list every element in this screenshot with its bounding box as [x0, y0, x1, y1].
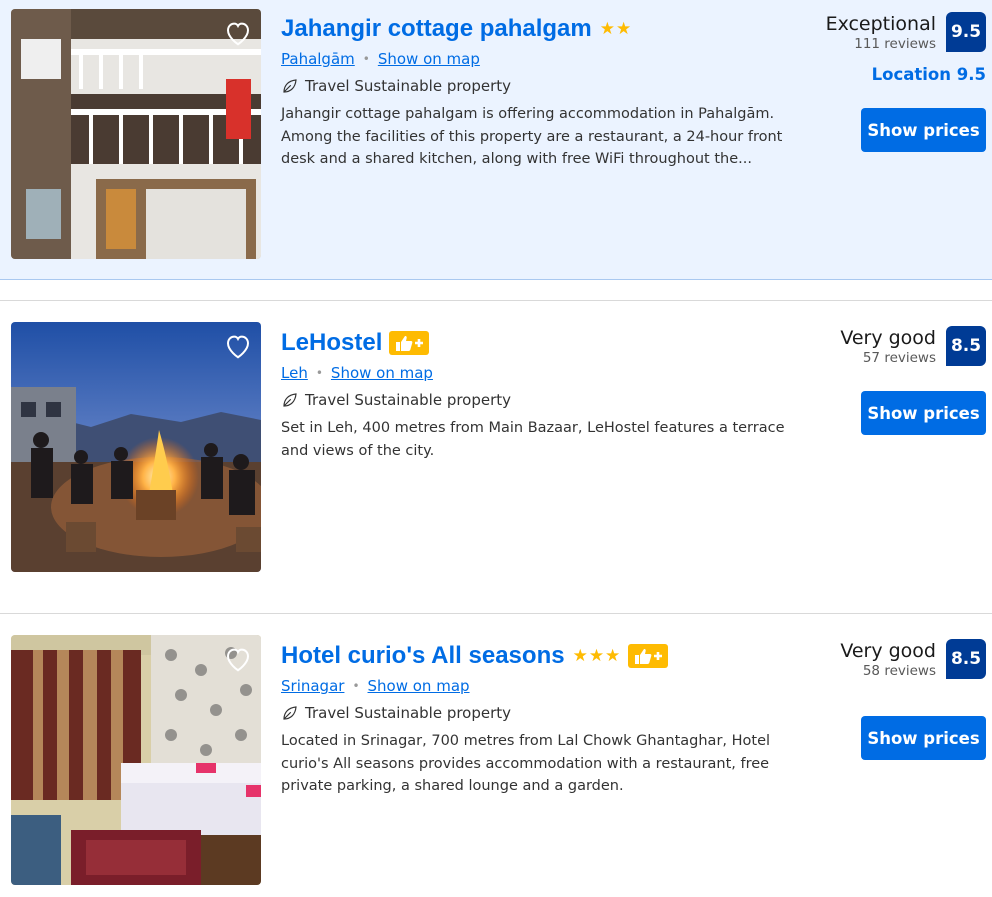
review-word: Very good — [840, 327, 936, 349]
property-card: Jahangir cottage pahalgam ★★ Pahalgām • … — [0, 0, 992, 280]
review-count: 111 reviews — [854, 36, 936, 52]
review-score-area: Very good 58 reviews 8.5 Show prices — [726, 639, 986, 760]
show-on-map-link[interactable]: Show on map — [378, 50, 480, 68]
leaf-icon — [283, 706, 297, 720]
review-word: Very good — [840, 640, 936, 662]
property-card: LeHostel Leh • Show on map Travel Sustai… — [0, 300, 992, 593]
score-badge: 8.5 — [946, 639, 986, 679]
property-description: Located in Srinagar, 700 metres from Lal… — [281, 733, 771, 794]
show-prices-button[interactable]: Show prices — [861, 716, 986, 760]
review-score[interactable]: Very good 57 reviews 8.5 — [726, 326, 986, 367]
location-score: Location 9.5 — [871, 65, 986, 84]
separator-dot: • — [352, 679, 360, 693]
property-title-link[interactable]: Jahangir cottage pahalgam — [281, 15, 592, 43]
property-title-link[interactable]: Hotel curio's All seasons — [281, 642, 565, 670]
sustainability-badge: Travel Sustainable property — [281, 391, 821, 409]
sustainability-label: Travel Sustainable property — [305, 77, 512, 95]
heart-icon[interactable] — [223, 18, 253, 48]
score-badge: 9.5 — [946, 12, 986, 52]
property-photo[interactable] — [11, 9, 261, 259]
leaf-icon — [283, 393, 297, 407]
review-score-area: Exceptional 111 reviews 9.5 Location 9.5… — [726, 12, 986, 152]
property-photo[interactable] — [11, 322, 261, 572]
review-score-area: Very good 57 reviews 8.5 Show prices — [726, 326, 986, 435]
location-link[interactable]: Srinagar — [281, 677, 344, 695]
thumbs-up-badge-icon — [628, 644, 669, 668]
score-badge: 8.5 — [946, 326, 986, 366]
thumbs-up-badge-icon — [389, 331, 430, 355]
sustainability-label: Travel Sustainable property — [305, 391, 512, 409]
show-on-map-link[interactable]: Show on map — [368, 677, 470, 695]
property-photo[interactable] — [11, 635, 261, 885]
location-link[interactable]: Pahalgām — [281, 50, 355, 68]
heart-icon[interactable] — [223, 644, 253, 674]
show-prices-button[interactable]: Show prices — [861, 108, 986, 152]
property-description: Jahangir cottage pahalgam is offering ac… — [281, 106, 783, 167]
show-on-map-link[interactable]: Show on map — [331, 364, 433, 382]
review-count: 58 reviews — [862, 663, 936, 679]
location-link[interactable]: Leh — [281, 364, 308, 382]
heart-icon[interactable] — [223, 331, 253, 361]
property-card: Hotel curio's All seasons ★★★ Srinagar •… — [0, 613, 992, 897]
search-results-list: Jahangir cottage pahalgam ★★ Pahalgām • … — [0, 0, 992, 896]
review-count: 57 reviews — [862, 350, 936, 366]
leaf-icon — [283, 79, 297, 93]
property-title-link[interactable]: LeHostel — [281, 329, 382, 357]
star-rating: ★★★ — [572, 646, 622, 666]
star-rating: ★★ — [599, 19, 633, 39]
sustainability-label: Travel Sustainable property — [305, 704, 512, 722]
sustainability-badge: Travel Sustainable property — [281, 704, 821, 722]
property-description: Set in Leh, 400 metres from Main Bazaar,… — [281, 420, 785, 459]
review-score[interactable]: Exceptional 111 reviews 9.5 — [726, 12, 986, 53]
separator-dot: • — [362, 52, 370, 66]
show-prices-button[interactable]: Show prices — [861, 391, 986, 435]
review-score[interactable]: Very good 58 reviews 8.5 — [726, 639, 986, 680]
separator-dot: • — [315, 366, 323, 380]
review-word: Exceptional — [825, 13, 936, 35]
